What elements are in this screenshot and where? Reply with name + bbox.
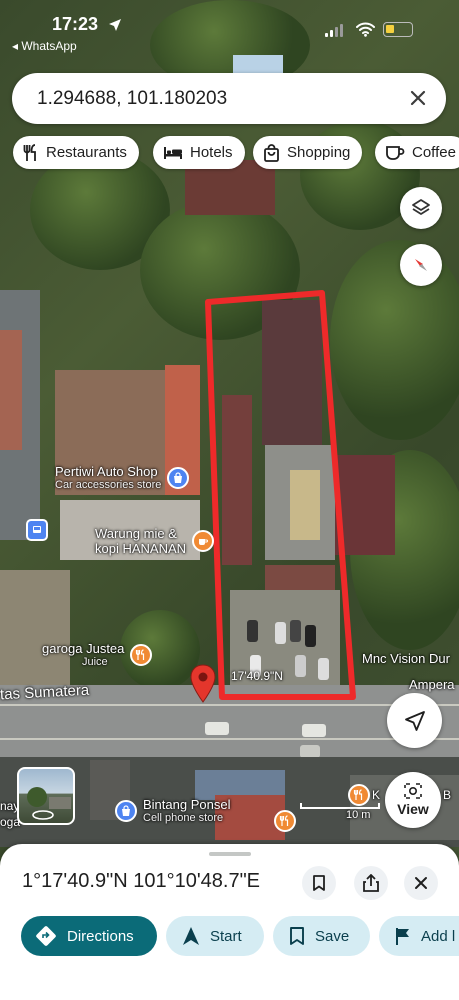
poi-bintang-ponsel[interactable]: Bintang Ponsel Cell phone store — [115, 797, 230, 825]
directions-icon — [36, 926, 56, 946]
location-arrow-icon — [109, 19, 121, 31]
poi-pertiwi-auto-shop[interactable]: Pertiwi Auto Shop Car accessories store — [55, 464, 190, 492]
shopping-bag-icon — [115, 800, 137, 822]
poi-name: Warung mie & — [95, 526, 177, 541]
camera-icon — [404, 783, 422, 799]
layers-button[interactable] — [400, 187, 442, 229]
coordinates-title: 1°17'40.9"N 101°10'48.7"E — [22, 870, 261, 892]
wifi-icon — [356, 22, 375, 37]
pin-coordinate-label: 17'40.9"N — [231, 669, 283, 683]
bookmark-icon — [313, 874, 325, 891]
compass-button[interactable] — [400, 244, 442, 286]
drag-handle[interactable] — [209, 852, 251, 856]
chip-coffee[interactable]: Coffee — [375, 136, 459, 169]
poi-category: Car accessories store — [55, 479, 162, 491]
navigation-arrow-icon — [404, 710, 425, 731]
close-icon — [415, 877, 427, 889]
poi-warung-mie[interactable]: Warung mie & kopi HANANAN — [95, 526, 215, 556]
street-view-thumbnail[interactable] — [17, 767, 75, 825]
view-label: View — [397, 801, 429, 817]
poi-name: garoga Justea — [42, 641, 125, 656]
poi-category: Cell phone store — [143, 812, 224, 824]
dropped-pin[interactable] — [189, 664, 217, 709]
start-button[interactable]: Start — [166, 916, 264, 956]
save-icon-button[interactable] — [302, 866, 336, 900]
battery-icon — [383, 22, 413, 37]
share-icon — [363, 874, 379, 892]
chip-label: Restaurants — [46, 144, 127, 161]
save-label: Save — [315, 927, 350, 945]
close-sheet-button[interactable] — [404, 866, 438, 900]
street-view-button[interactable]: View — [385, 772, 441, 828]
scale-label: 10 m — [346, 809, 371, 821]
poi-name: Pertiwi Auto Shop — [55, 464, 158, 479]
fork-knife-icon — [130, 644, 153, 666]
chip-label: Coffee — [412, 144, 456, 161]
share-button[interactable] — [354, 866, 388, 900]
my-location-button[interactable] — [387, 693, 442, 748]
fork-knife-icon[interactable] — [274, 810, 296, 832]
place-label-ampera: Ampera — [409, 677, 455, 692]
chip-label: Shopping — [287, 144, 351, 161]
search-bar[interactable]: 1.294688, 101.180203 — [12, 73, 446, 124]
start-label: Start — [210, 927, 242, 945]
directions-label: Directions — [67, 927, 134, 945]
search-query[interactable]: 1.294688, 101.180203 — [37, 88, 227, 110]
bus-stop-icon[interactable] — [26, 519, 48, 541]
chip-shopping[interactable]: Shopping — [253, 136, 363, 169]
rotate-360-icon — [32, 810, 54, 820]
shopping-bag-icon — [167, 467, 190, 489]
poi-name: Bintang Ponsel — [143, 797, 231, 812]
poi-garoga-justea[interactable]: garoga Justea Juice — [42, 641, 153, 669]
add-label-button[interactable]: Add l — [379, 916, 459, 956]
close-icon[interactable] — [406, 86, 430, 110]
restaurant-icon[interactable] — [348, 784, 370, 806]
chip-label: Hotels — [190, 144, 233, 161]
status-bar: 17:23 ◂ WhatsApp — [0, 0, 459, 60]
bed-icon — [164, 146, 182, 159]
bookmark-icon — [290, 926, 304, 945]
coffee-icon — [192, 530, 215, 552]
back-to-app-link[interactable]: ◂ WhatsApp — [12, 39, 77, 53]
add-label-text: Add l — [421, 927, 456, 945]
directions-button[interactable]: Directions — [21, 916, 157, 956]
signal-icon — [325, 24, 343, 37]
place-label-k: K — [372, 788, 381, 802]
layers-icon — [412, 199, 430, 215]
chip-hotels[interactable]: Hotels — [153, 136, 245, 169]
fork-knife-icon — [23, 143, 36, 161]
place-bottom-sheet[interactable]: 1°17'40.9"N 101°10'48.7"E Directions Sta… — [0, 844, 459, 1000]
flag-icon — [396, 927, 409, 945]
poi-category: Juice — [82, 656, 108, 668]
chip-restaurants[interactable]: Restaurants — [13, 136, 139, 169]
shopping-bag-icon — [264, 143, 279, 162]
place-label-mnc: Mnc Vision Dur — [362, 651, 450, 666]
poi-name-line2: kopi HANANAN — [95, 541, 187, 556]
save-button[interactable]: Save — [273, 916, 370, 956]
compass-icon — [415, 259, 427, 271]
coffee-icon — [386, 145, 405, 160]
navigation-arrow-icon — [183, 927, 199, 945]
status-time: 17:23 — [52, 14, 99, 34]
